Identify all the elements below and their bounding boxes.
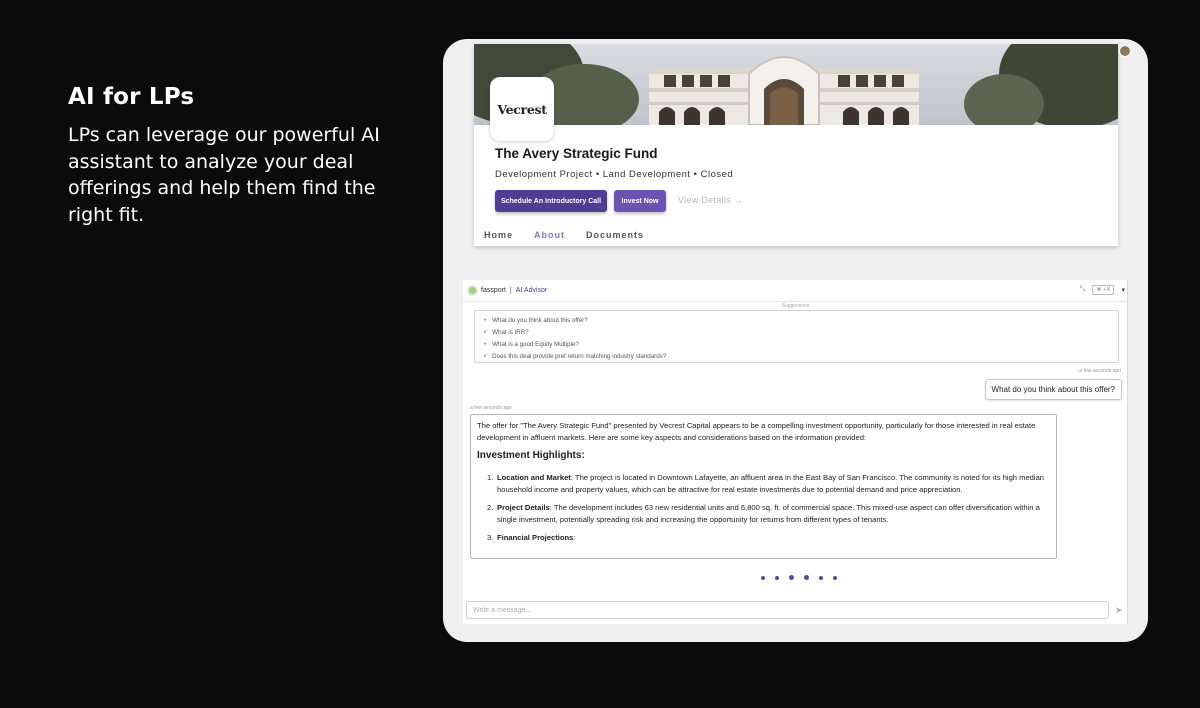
suggestion-item[interactable]: What do you think about this offer? — [484, 315, 1118, 327]
ai-heading: Investment Highlights: — [477, 450, 585, 461]
shortcut-badge: ⌘ + K — [1092, 285, 1115, 295]
suggestions-list: What do you think about this offer? What… — [474, 310, 1119, 363]
logo-text: Vecrest — [497, 101, 547, 117]
typing-dot — [804, 575, 809, 580]
chevron-down-icon[interactable]: ▾ — [1121, 286, 1125, 294]
typing-dot — [833, 575, 837, 580]
invest-now-button[interactable]: Invest Now — [614, 190, 666, 212]
ai-point-number: 3. — [487, 533, 494, 542]
fund-tabs: Home About Documents — [484, 230, 665, 240]
ai-point-number: 1. — [487, 473, 494, 482]
tab-documents[interactable]: Documents — [586, 230, 644, 240]
ai-point: 1. Location and Market: The project is lo… — [487, 472, 1050, 495]
suggestion-item[interactable]: What is IRR? — [484, 327, 1118, 339]
chat-title: AI Advisor — [515, 287, 548, 294]
send-icon[interactable]: ➤ — [1115, 605, 1123, 616]
tab-about[interactable]: About — [534, 230, 565, 240]
ai-message: The offer for "The Avery Strategic Fund"… — [470, 414, 1057, 559]
typing-dot — [775, 575, 779, 580]
suggestion-item[interactable]: What is a good Equity Multiple? — [484, 339, 1118, 351]
ai-advisor-chat: fassport | AI Advisor ⤡ ⌘ + K ▾ Suggesti… — [463, 280, 1128, 624]
schedule-call-button[interactable]: Schedule An Introductory Call — [495, 190, 607, 212]
brand-name: fassport — [481, 287, 506, 294]
hero-title: AI for LPs — [68, 84, 195, 110]
chat-header: fassport | AI Advisor ⤡ ⌘ + K ▾ — [463, 280, 1128, 302]
fund-card: Vecrest The Avery Strategic Fund Develop… — [474, 44, 1118, 246]
user-message-timestamp: a few seconds ago — [1079, 368, 1121, 374]
ai-point-text: : The development includes 63 new reside… — [497, 503, 1040, 524]
status-dot-icon — [469, 287, 476, 294]
fund-subtitle: Development Project • Land Development •… — [495, 169, 734, 180]
suggestions-label: Suggestions — [781, 303, 810, 309]
building-illustration — [474, 44, 1118, 125]
ai-point-title: Location and Market — [497, 473, 571, 482]
tab-home[interactable]: Home — [484, 230, 513, 240]
typing-indicator — [761, 575, 837, 580]
suggestion-item[interactable]: Does this deal provide pref return match… — [484, 351, 1118, 363]
ai-message-timestamp: a few seconds ago — [470, 405, 512, 411]
message-input[interactable]: Write a message... — [466, 601, 1109, 619]
device-frame: Vecrest The Avery Strategic Fund Develop… — [443, 39, 1148, 642]
ai-point-text: : — [573, 533, 576, 542]
typing-dot — [789, 575, 794, 580]
collapse-icon[interactable]: ⤡ — [1080, 286, 1086, 294]
ai-point-number: 2. — [487, 503, 494, 512]
company-logo: Vecrest — [490, 77, 554, 141]
ai-point-title: Financial Projections — [497, 533, 574, 542]
ai-point-text: : The project is located in Downtown Laf… — [497, 473, 1045, 494]
typing-dot — [761, 575, 765, 580]
ai-point: 3. Financial Projections: — [487, 532, 1050, 544]
ai-point-title: Project Details — [497, 503, 550, 512]
user-avatar[interactable] — [1119, 45, 1131, 57]
chat-header-actions: ⤡ ⌘ + K ▾ — [1080, 285, 1125, 295]
ai-intro-text: The offer for "The Avery Strategic Fund"… — [477, 421, 1036, 442]
building-banner-image — [474, 44, 1118, 125]
view-details-link[interactable]: View Details → — [678, 195, 743, 205]
user-message: What do you think about this offer? — [984, 379, 1122, 400]
hero-description: LPs can leverage our powerful AI assista… — [68, 124, 380, 226]
ai-point: 2. Project Details: The development inclu… — [487, 502, 1050, 525]
ai-points-list: 1. Location and Market: The project is lo… — [477, 472, 1050, 544]
typing-dot — [819, 575, 823, 580]
fund-name: The Avery Strategic Fund — [495, 146, 658, 161]
brand-separator: | — [509, 287, 512, 294]
